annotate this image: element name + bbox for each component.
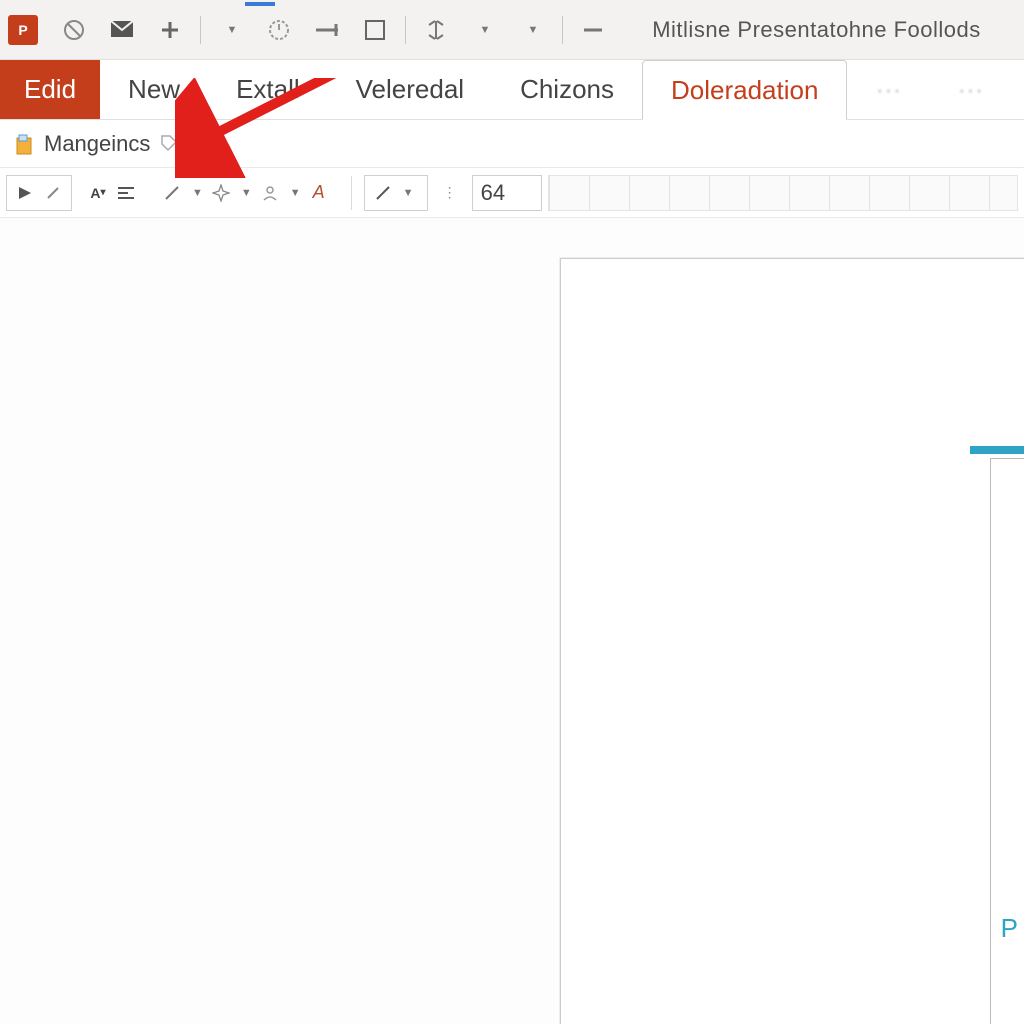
qat-separator xyxy=(200,16,201,44)
dropdown-icon[interactable]: ▼ xyxy=(466,12,502,48)
tab-label: Veleredal xyxy=(356,74,464,105)
placeholder-hint: P xyxy=(1001,913,1018,944)
ruler-toggle-icon[interactable]: ⋮ xyxy=(440,183,460,203)
chevron-down-icon[interactable]: ▼ xyxy=(192,187,203,199)
qat-active-indicator xyxy=(245,2,275,6)
qat-separator xyxy=(562,16,563,44)
app-icon-letter: P xyxy=(18,23,27,37)
person-icon[interactable] xyxy=(260,183,280,203)
minus-icon[interactable] xyxy=(575,12,611,48)
undo-line-icon[interactable] xyxy=(309,12,345,48)
tab-disabled: ··· xyxy=(847,60,929,119)
document-icon xyxy=(14,134,34,154)
square-icon[interactable] xyxy=(357,12,393,48)
clock-icon[interactable] xyxy=(261,12,297,48)
formatting-ribbon: A▾ ▼ ▼ ▼ A ▼ ⋮ 64 xyxy=(0,168,1024,218)
ruler-ticks xyxy=(549,176,1017,210)
autosave-circle-icon[interactable] xyxy=(56,12,92,48)
mail-icon[interactable] xyxy=(104,12,140,48)
history-icon[interactable] xyxy=(190,134,210,154)
title-bar: P ▼ ▼ ▼ Mitlisne Presentatohne Foollods xyxy=(0,0,1024,60)
align-icon[interactable] xyxy=(116,183,136,203)
horizontal-ruler[interactable] xyxy=(548,175,1018,211)
pen-weight-tool[interactable]: ▼ xyxy=(364,175,428,211)
ribbon-separator xyxy=(351,176,352,210)
tag-icon[interactable] xyxy=(160,134,180,154)
tab-label: New xyxy=(128,74,180,105)
tab-file[interactable]: Edid xyxy=(0,60,100,119)
dropdown-icon[interactable]: ▼ xyxy=(213,12,249,48)
app-icon[interactable]: P xyxy=(8,15,38,45)
font-group: A▾ xyxy=(78,174,146,212)
tab-doleradation[interactable]: Doleradation xyxy=(642,60,847,120)
font-a-icon[interactable]: A▾ xyxy=(88,183,108,203)
dropdown-icon[interactable]: ▼ xyxy=(514,12,550,48)
tab-extall[interactable]: Extall xyxy=(208,60,328,119)
pencil-icon xyxy=(43,183,63,203)
tab-new[interactable]: New xyxy=(100,60,208,119)
ribbon-tabs: Edid New Extall Veleredal Chizons Dolera… xyxy=(0,60,1024,120)
draw-group: ▼ ▼ ▼ A xyxy=(152,174,339,212)
workspace: P xyxy=(0,218,1024,1024)
tab-disabled: ······ xyxy=(1011,60,1024,119)
qat-separator xyxy=(405,16,406,44)
pen-icon xyxy=(373,183,393,203)
font-size-value: 64 xyxy=(481,180,505,206)
clear-format-icon[interactable]: A xyxy=(309,183,329,203)
tab-disabled: ··· xyxy=(929,60,1011,119)
tab-file-label: Edid xyxy=(24,74,76,105)
tab-label: Chizons xyxy=(520,74,614,105)
slide-accent-bar xyxy=(970,446,1024,454)
sparkle-icon[interactable] xyxy=(211,183,231,203)
sub-toolbar: Mangeincs xyxy=(0,120,1024,168)
split-icon[interactable] xyxy=(418,12,454,48)
play-tool[interactable] xyxy=(6,175,72,211)
tab-label: Doleradation xyxy=(671,75,818,106)
tab-veleredal[interactable]: Veleredal xyxy=(328,60,492,119)
font-size-input[interactable]: 64 xyxy=(472,175,542,211)
tab-chizons[interactable]: Chizons xyxy=(492,60,642,119)
chevron-down-icon[interactable]: ▼ xyxy=(290,187,301,199)
tab-label: Extall xyxy=(236,74,300,105)
play-icon xyxy=(15,183,35,203)
chevron-down-icon: ▼ xyxy=(403,187,414,199)
slide-canvas[interactable] xyxy=(560,258,1024,1024)
chevron-down-icon[interactable]: ▼ xyxy=(241,187,252,199)
window-title: Mitlisne Presentatohne Foollods xyxy=(617,17,1016,43)
plus-icon[interactable] xyxy=(152,12,188,48)
pen-icon[interactable] xyxy=(162,183,182,203)
sub-toolbar-label: Mangeincs xyxy=(44,131,150,157)
